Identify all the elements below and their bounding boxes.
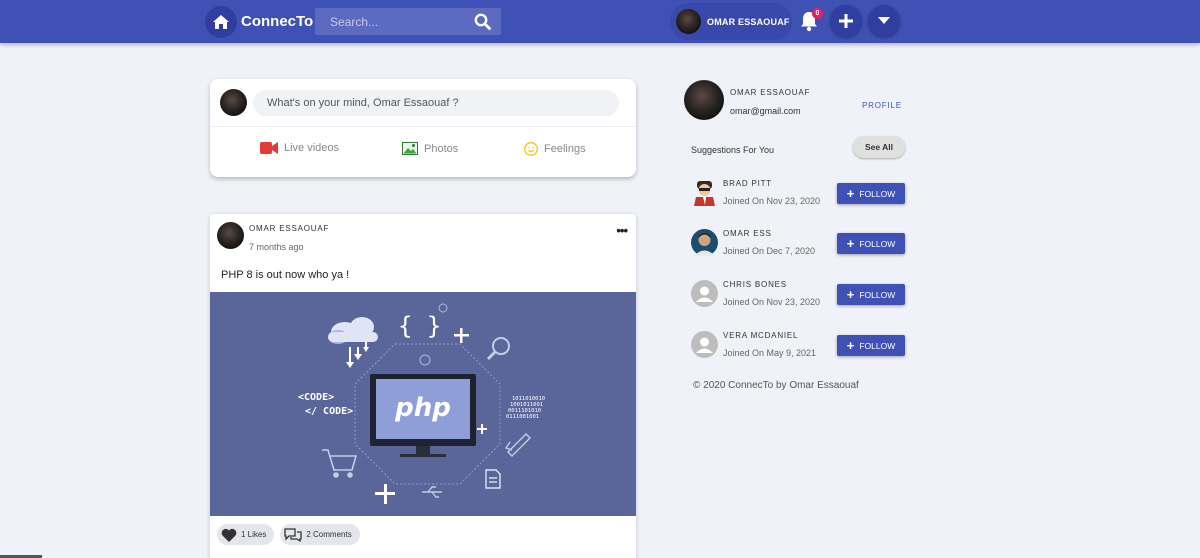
plus-icon: + xyxy=(846,337,855,353)
suggestion-joined: Joined On Nov 23, 2020 xyxy=(723,196,821,206)
search-icon[interactable] xyxy=(474,13,491,35)
comments-count: 2 Comments xyxy=(306,530,352,539)
likes-count: 1 Likes xyxy=(241,530,267,539)
suggestion-name[interactable]: OMAR ESS xyxy=(723,229,772,238)
notification-badge: 0 xyxy=(812,8,823,19)
plus-icon: + xyxy=(846,185,855,201)
sidebar-user-email: omar@gmail.com xyxy=(730,106,801,116)
default-avatar-icon[interactable] xyxy=(691,280,718,307)
search-bar xyxy=(315,8,501,35)
suggestion-name[interactable]: BRAD PITT xyxy=(723,179,772,188)
create-post-input[interactable]: What's on your mind, Omar Essaouaf ? xyxy=(253,90,619,116)
profile-avatar[interactable] xyxy=(684,80,724,120)
avatar[interactable] xyxy=(691,179,718,206)
brand-link[interactable]: ConnecTo xyxy=(205,5,313,38)
post-author[interactable]: OMAR ESSAOUAF xyxy=(249,224,329,233)
follow-button[interactable]: + FOLLOW xyxy=(837,335,905,356)
follow-button[interactable]: + FOLLOW xyxy=(837,284,905,305)
post-text: PHP 8 is out now who ya ! xyxy=(221,269,350,281)
monitor-icon: php xyxy=(370,374,476,457)
feelings-label: Feelings xyxy=(544,143,586,155)
cloud-icon xyxy=(328,317,378,368)
plus-icon xyxy=(839,14,853,28)
suggestion-item: CHRIS BONES Joined On Nov 23, 2020 + FOLL… xyxy=(691,280,906,310)
cart-icon xyxy=(322,449,358,478)
avatar[interactable] xyxy=(691,229,718,256)
avatar xyxy=(676,9,701,34)
video-camera-icon xyxy=(260,142,278,154)
usb-icon xyxy=(422,486,442,498)
default-avatar-icon[interactable] xyxy=(691,331,718,358)
feelings-button[interactable]: Feelings xyxy=(524,142,586,156)
suggestions-title: Suggestions For You xyxy=(691,145,775,155)
like-button[interactable]: 1 Likes xyxy=(217,524,275,545)
binary-text: 1011010010 1001011001 0011101010 0111001… xyxy=(506,396,545,420)
brand-name[interactable]: ConnecTo xyxy=(241,13,313,30)
follow-button[interactable]: + FOLLOW xyxy=(837,233,905,254)
account-dropdown-button[interactable] xyxy=(868,5,900,37)
live-video-label: Live videos xyxy=(284,142,340,154)
suggestion-item: BRAD PITT Joined On Nov 23, 2020 + FOLLOW xyxy=(691,179,906,209)
create-post-card: What's on your mind, Omar Essaouaf ? Liv… xyxy=(210,79,636,177)
user-menu-chip[interactable]: OMAR ESSAOUAF xyxy=(670,3,792,40)
suggestion-name[interactable]: CHRIS BONES xyxy=(723,280,787,289)
plus-decor-icon xyxy=(375,484,395,504)
svg-text:0111001001: 0111001001 xyxy=(506,414,539,420)
comments-icon xyxy=(284,527,303,542)
comments-button[interactable]: 2 Comments xyxy=(280,524,360,545)
user-chip-name: OMAR ESSAOUAF xyxy=(707,16,790,27)
suggestion-name[interactable]: VERA MCDANIEL xyxy=(723,331,798,340)
top-navbar: ConnecTo OMAR ESSAOUAF 0 xyxy=(0,0,1200,43)
php-text: php xyxy=(394,393,451,423)
live-video-button[interactable]: Live videos xyxy=(260,142,339,154)
plus-decor-icon xyxy=(477,424,487,434)
suggestion-joined: Joined On Dec 7, 2020 xyxy=(723,246,816,256)
rocket-icon xyxy=(504,433,531,457)
follow-button[interactable]: + FOLLOW xyxy=(837,183,905,204)
suggestion-item: VERA MCDANIEL Joined On May 9, 2021 + FOL… xyxy=(691,331,906,361)
see-all-button[interactable]: See All xyxy=(853,136,905,158)
divider xyxy=(210,126,636,127)
caret-down-icon xyxy=(878,17,890,24)
code-close-text: </ CODE> xyxy=(305,406,353,417)
copyright-text: © 2020 ConnecTo by Omar Essaouaf xyxy=(693,380,859,391)
avatar xyxy=(220,89,247,116)
post-timestamp: 7 months ago xyxy=(249,242,304,252)
image-icon xyxy=(402,142,418,155)
suggestion-item: OMAR ESS Joined On Dec 7, 2020 + FOLLOW xyxy=(691,229,906,259)
plus-decor-icon xyxy=(454,328,469,343)
avatar[interactable] xyxy=(217,222,244,249)
post-card: OMAR ESSAOUAF 7 months ago ••• PHP 8 is … xyxy=(210,214,636,558)
plus-icon: + xyxy=(846,286,855,302)
post-more-options-icon[interactable]: ••• xyxy=(616,223,628,238)
suggestion-joined: Joined On May 9, 2021 xyxy=(723,348,817,358)
smiley-icon xyxy=(524,142,538,156)
heart-icon xyxy=(221,528,237,542)
braces-text: { } xyxy=(398,312,441,340)
arrow-circle-icon xyxy=(419,354,431,366)
search-input[interactable] xyxy=(315,14,465,29)
circle-plus-icon xyxy=(438,303,448,313)
document-icon xyxy=(485,469,501,489)
magnifier-icon xyxy=(486,337,510,361)
post-footer: 1 Likes 2 Comments xyxy=(217,524,360,545)
photos-button[interactable]: Photos xyxy=(402,142,458,155)
profile-link[interactable]: PROFILE xyxy=(862,101,902,110)
sidebar-user-name: OMAR ESSAOUAF xyxy=(730,88,811,97)
plus-icon: + xyxy=(846,235,855,251)
home-icon[interactable] xyxy=(205,5,237,38)
code-open-text: <CODE> xyxy=(298,392,334,403)
photos-label: Photos xyxy=(424,142,459,155)
post-image: { } <CODE> </ CODE> php 1011010010 10010… xyxy=(210,292,636,516)
suggestion-joined: Joined On Nov 23, 2020 xyxy=(723,297,821,307)
create-button[interactable] xyxy=(830,5,862,37)
